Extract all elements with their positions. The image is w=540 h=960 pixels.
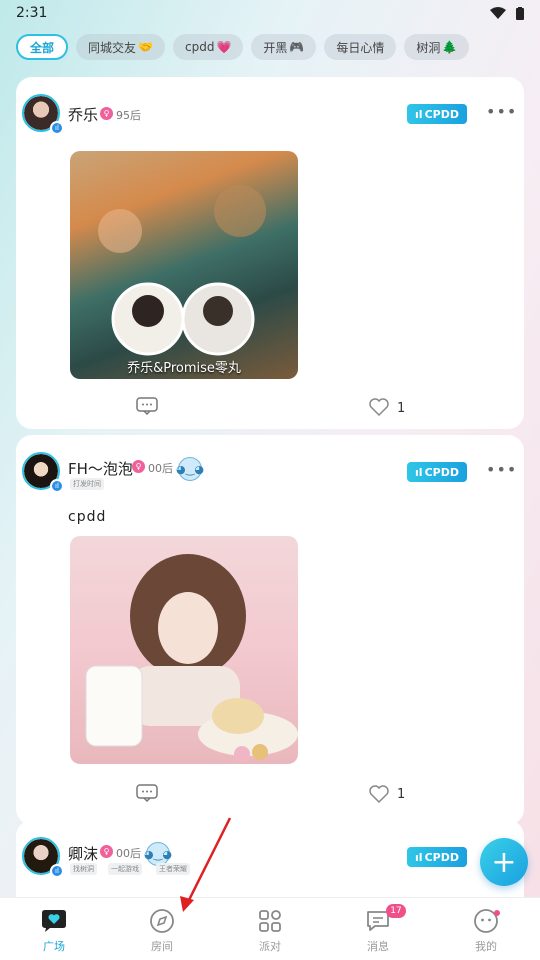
signal-icon: ıl <box>415 107 423 121</box>
like-icon[interactable] <box>368 397 390 422</box>
nav-rooms[interactable]: 房间 <box>108 898 216 960</box>
wifi-icon <box>490 7 506 19</box>
heart-chat-icon <box>39 908 69 934</box>
voice-badge-icon: ıl <box>50 479 64 493</box>
post-card[interactable]: ıl FH～泡泡 ♀ 00后 ◕‿◕ 打发时间 ıl CPDD ••• cpdd … <box>16 435 524 825</box>
tab-cpdd[interactable]: cpdd 💗 <box>172 34 244 60</box>
username[interactable]: FH～泡泡 <box>68 458 133 479</box>
more-options-icon[interactable]: ••• <box>486 102 517 121</box>
more-options-icon[interactable]: ••• <box>486 460 517 479</box>
category-tabs: 全部 同城交友 🤝 cpdd 💗 开黑 🎮 每日心情 树洞 🌲 <box>16 34 470 60</box>
interest-tag: 打发时间 <box>70 478 104 490</box>
nav-label: 我的 <box>475 940 497 953</box>
like-count: 1 <box>397 787 406 802</box>
nav-profile[interactable]: 我的 <box>432 898 540 960</box>
mascot-icon: ◕‿◕ <box>176 457 204 481</box>
interest-tag: 找树洞 <box>70 863 97 875</box>
gamepad-icon: 🎮 <box>289 40 305 54</box>
age-label: 95后 <box>116 109 141 122</box>
bottom-nav: 广场 房间 派对 17 消息 我的 <box>0 897 540 960</box>
nav-label: 房间 <box>151 940 173 953</box>
tree-icon: 🌲 <box>442 40 458 54</box>
nav-party[interactable]: 派对 <box>216 898 324 960</box>
heart-icon: 💗 <box>216 40 232 54</box>
cpdd-badge[interactable]: ıl CPDD <box>407 104 467 124</box>
battery-icon <box>516 6 524 20</box>
image-caption: 乔乐&Promise零丸 <box>127 361 241 376</box>
handshake-icon: 🤝 <box>138 40 153 54</box>
comment-icon[interactable] <box>136 784 158 806</box>
nav-square[interactable]: 广场 <box>0 898 108 960</box>
age-label: 00后 <box>148 462 173 475</box>
voice-badge-icon: ıl <box>50 864 64 878</box>
tab-daily-mood[interactable]: 每日心情 <box>324 34 397 60</box>
gender-female-icon: ♀ <box>100 107 113 120</box>
interest-tag: 王者荣耀 <box>156 863 190 875</box>
gender-female-icon: ♀ <box>132 460 145 473</box>
status-icons <box>490 6 524 20</box>
like-count: 1 <box>397 401 406 416</box>
image-illustration <box>98 185 266 356</box>
interest-tag: 一起游戏 <box>108 863 142 875</box>
tab-all[interactable]: 全部 <box>16 34 69 60</box>
create-post-button[interactable]: + <box>480 838 528 886</box>
gender-female-icon: ♀ <box>100 845 113 858</box>
notification-dot <box>494 910 500 916</box>
post-card[interactable]: ıl 乔乐 ♀ 95后 ıl CPDD ••• 乔乐&Promise零丸 1 <box>16 77 524 429</box>
signal-icon: ıl <box>415 850 423 864</box>
username[interactable]: 卿沫 <box>68 843 98 864</box>
unread-badge: 17 <box>386 904 406 918</box>
nav-label: 派对 <box>259 940 281 953</box>
image-illustration <box>85 554 298 762</box>
post-text: cpdd <box>68 509 107 525</box>
voice-badge-icon: ıl <box>50 121 64 135</box>
status-time: 2:31 <box>16 5 48 21</box>
post-image[interactable]: 乔乐&Promise零丸 <box>70 151 298 379</box>
grid-icon <box>255 908 285 934</box>
cpdd-badge[interactable]: ıl CPDD <box>407 847 467 867</box>
comment-icon[interactable] <box>136 397 158 419</box>
tab-local-friends[interactable]: 同城交友 🤝 <box>76 34 165 60</box>
nav-messages[interactable]: 17 消息 <box>324 898 432 960</box>
signal-icon: ıl <box>415 465 423 479</box>
cpdd-badge[interactable]: ıl CPDD <box>407 462 467 482</box>
username[interactable]: 乔乐 <box>68 104 98 125</box>
status-bar: 2:31 <box>0 0 540 26</box>
compass-icon <box>147 908 177 934</box>
nav-label: 消息 <box>367 940 389 953</box>
nav-label: 广场 <box>43 940 65 953</box>
post-image[interactable] <box>70 536 298 764</box>
age-label: 00后 <box>116 847 141 860</box>
like-icon[interactable] <box>368 784 390 809</box>
tab-tree-hole[interactable]: 树洞 🌲 <box>404 34 470 60</box>
tab-gaming[interactable]: 开黑 🎮 <box>251 34 317 60</box>
